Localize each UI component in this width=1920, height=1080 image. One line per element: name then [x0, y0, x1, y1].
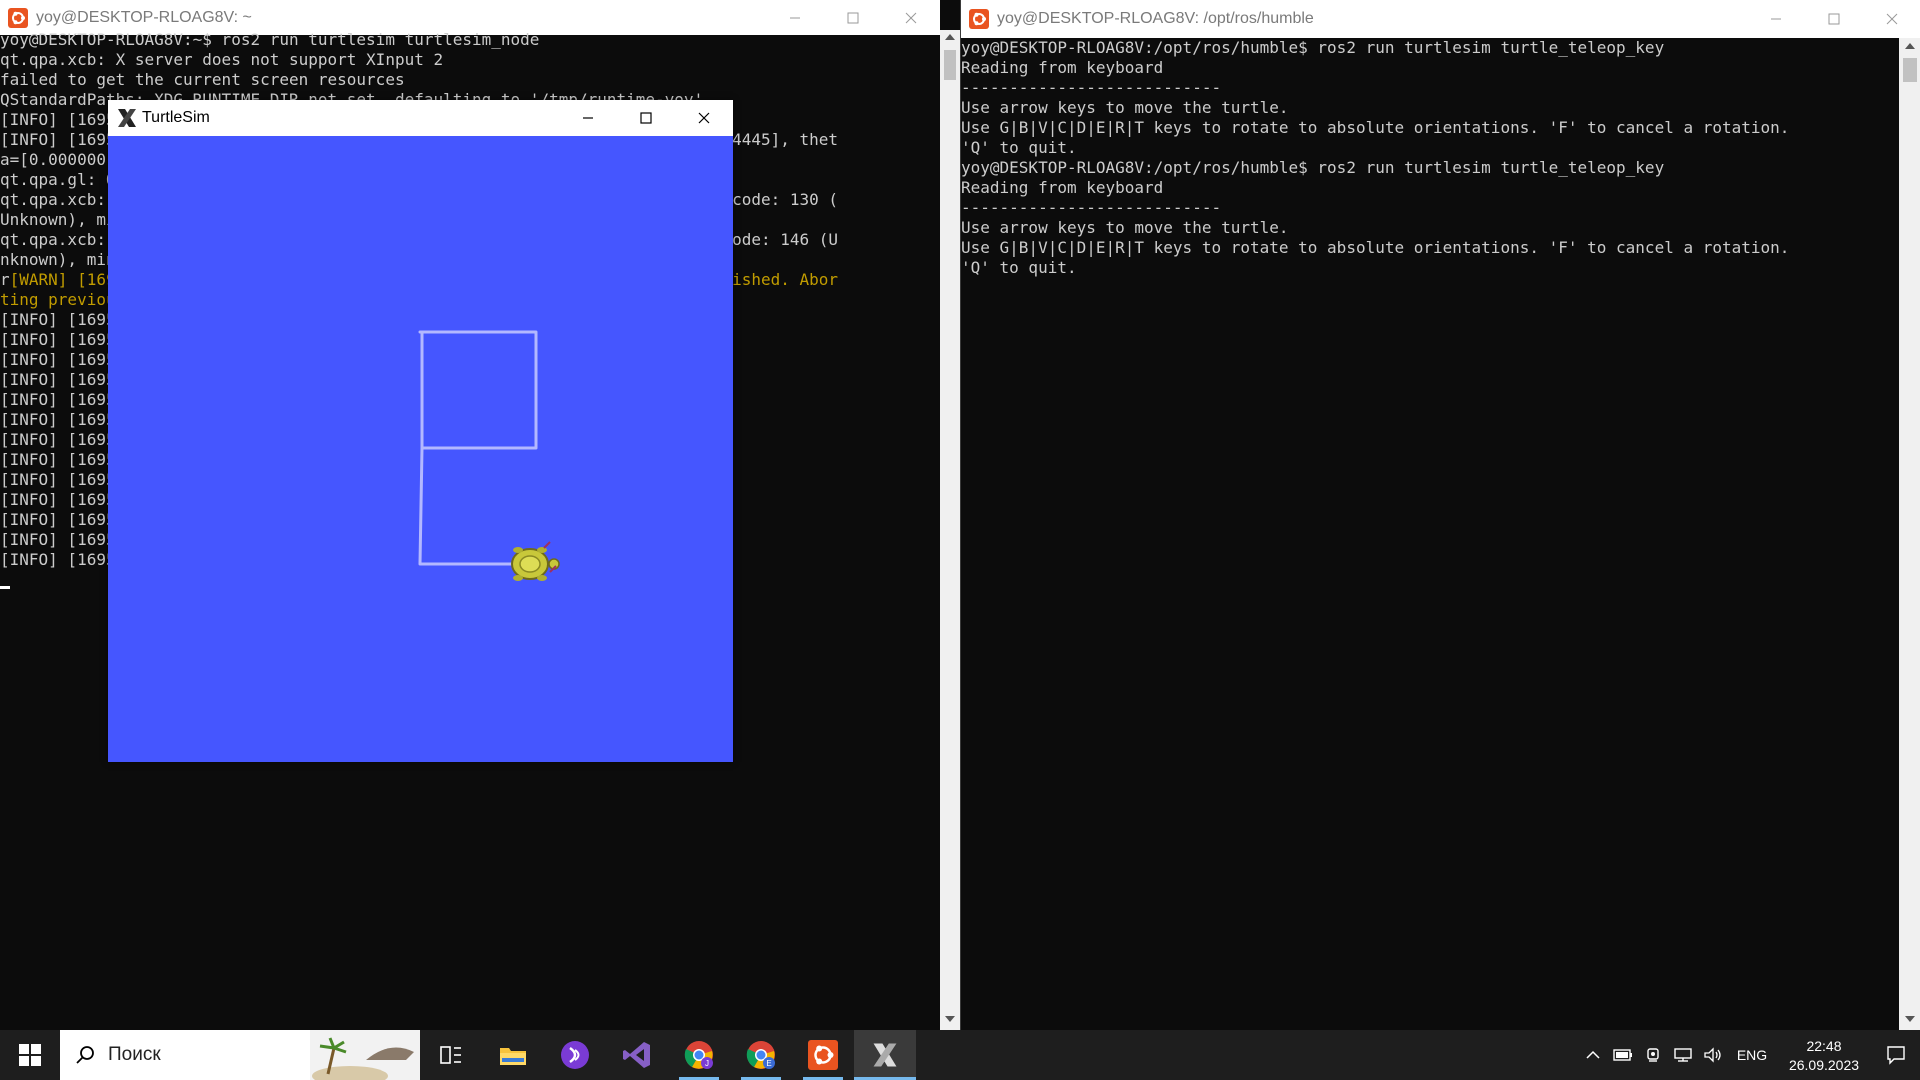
terminal-line: yoy@DESKTOP-RLOAG8V:~$ ros2 run turtlesi… — [0, 30, 540, 49]
minimize-icon — [790, 17, 800, 18]
svg-text:E: E — [766, 1059, 771, 1068]
start-button[interactable] — [0, 1030, 60, 1080]
x-logo-icon — [118, 109, 136, 127]
clock-date: 26.09.2023 — [1788, 1056, 1860, 1073]
terminal-line: failed to get the current screen resourc… — [0, 70, 405, 89]
pen-trail — [418, 446, 528, 566]
battery-button[interactable] — [1608, 1030, 1638, 1080]
minimize-icon — [1771, 18, 1781, 20]
left-terminal-scrollbar-track[interactable] — [940, 30, 960, 1030]
visual-studio-icon — [623, 1042, 650, 1068]
podcast-app-icon — [561, 1041, 589, 1069]
search-highlight-illustration-icon — [310, 1030, 420, 1080]
scroll-down-arrow-icon[interactable] — [945, 1016, 955, 1022]
terminal-line: Use arrow keys to move the turtle. — [961, 98, 1289, 117]
ubuntu-icon — [808, 1040, 838, 1070]
battery-icon — [1613, 1049, 1632, 1061]
network-button[interactable] — [1668, 1030, 1698, 1080]
show-hidden-icons-button[interactable] — [1578, 1030, 1608, 1080]
windows-logo-icon — [19, 1044, 41, 1066]
close-button[interactable] — [675, 101, 733, 136]
task-view-icon — [440, 1046, 461, 1064]
chevron-up-icon — [1586, 1050, 1600, 1059]
terminal-line: 'Q' to quit. — [961, 258, 1077, 277]
close-icon — [1886, 13, 1898, 25]
terminal-line: Use G|B|V|C|D|E|R|T keys to rotate to ab… — [961, 118, 1790, 137]
turtlesim-window[interactable]: TurtleSim — [108, 100, 733, 762]
right-terminal-output[interactable]: yoy@DESKTOP-RLOAG8V:/opt/ros/humble$ ros… — [961, 38, 1789, 278]
pen-trail — [418, 330, 538, 450]
network-icon — [1674, 1048, 1692, 1062]
maximize-button[interactable] — [617, 101, 675, 136]
terminal-line: yoy@DESKTOP-RLOAG8V:/opt/ros/humble$ ros… — [961, 38, 1665, 57]
notifications-button[interactable] — [1872, 1030, 1920, 1080]
volume-button[interactable] — [1698, 1030, 1728, 1080]
left-terminal-title: yoy@DESKTOP-RLOAG8V: ~ — [36, 8, 252, 26]
turtlesim-canvas — [108, 136, 733, 762]
maximize-icon — [640, 112, 652, 124]
terminal-line: Reading from keyboard — [961, 178, 1164, 197]
taskbar-app-podcast[interactable] — [544, 1030, 606, 1080]
svg-text:J: J — [705, 1059, 709, 1068]
terminal-line: Use arrow keys to move the turtle. — [961, 218, 1289, 237]
turtle-path — [418, 330, 560, 581]
taskbar: Поиск J E ENG 22:48 26.09.2023 — [0, 1030, 1920, 1080]
right-terminal-scrollbar-track[interactable] — [1899, 38, 1920, 1030]
turtlesim-titlebar[interactable]: TurtleSim — [108, 100, 733, 136]
taskbar-app-chrome-j[interactable]: J — [668, 1030, 730, 1080]
terminal-line: --------------------------- — [961, 198, 1222, 217]
terminal-line: --------------------------- — [961, 78, 1222, 97]
search-placeholder: Поиск — [108, 1044, 161, 1065]
taskbar-app-visual-studio[interactable] — [606, 1030, 668, 1080]
terminal-line: qt.qpa.xcb: X server does not support XI… — [0, 50, 444, 69]
scroll-thumb[interactable] — [944, 50, 956, 80]
camera-icon — [1647, 1048, 1659, 1062]
close-icon — [905, 12, 917, 23]
minimize-icon — [583, 117, 593, 119]
folder-icon — [500, 1048, 526, 1065]
taskbar-app-task-view[interactable] — [420, 1030, 482, 1080]
language-indicator[interactable]: ENG — [1728, 1030, 1776, 1080]
taskbar-app-ubuntu[interactable] — [792, 1030, 854, 1080]
terminal-line: 'Q' to quit. — [961, 138, 1077, 157]
close-button[interactable] — [882, 0, 940, 35]
right-terminal-title: yoy@DESKTOP-RLOAG8V: /opt/ros/humble — [997, 10, 1314, 27]
ubuntu-icon — [969, 9, 989, 29]
taskbar-app-chrome-e[interactable]: E — [730, 1030, 792, 1080]
terminal-line: Reading from keyboard — [961, 58, 1164, 77]
close-button[interactable] — [1863, 2, 1920, 37]
turtlesim-title: TurtleSim — [142, 109, 210, 126]
notification-icon — [1887, 1046, 1905, 1065]
chrome-icon: J — [684, 1041, 713, 1069]
search-box[interactable]: Поиск — [60, 1030, 420, 1080]
scroll-thumb[interactable] — [1903, 58, 1917, 82]
maximize-icon — [1828, 13, 1840, 25]
terminal-line: yoy@DESKTOP-RLOAG8V:/opt/ros/humble$ ros… — [961, 158, 1665, 177]
chrome-icon: E — [746, 1041, 775, 1069]
terminal-cursor — [0, 586, 10, 589]
clock-time: 22:48 — [1806, 1037, 1842, 1054]
x-logo-icon — [873, 1043, 897, 1067]
language-label: ENG — [1736, 1047, 1768, 1063]
taskbar-app-file-explorer[interactable] — [482, 1030, 544, 1080]
taskbar-app-xlaunch[interactable] — [854, 1030, 916, 1080]
turtle-icon — [511, 541, 560, 581]
close-icon — [698, 112, 710, 124]
clock[interactable]: 22:48 26.09.2023 — [1776, 1030, 1872, 1080]
scroll-up-arrow-icon[interactable] — [945, 34, 955, 40]
scroll-up-arrow-icon[interactable] — [1905, 43, 1915, 49]
minimize-button[interactable] — [1747, 2, 1805, 37]
ubuntu-icon — [8, 7, 28, 28]
right-terminal-window[interactable]: yoy@DESKTOP-RLOAG8V: /opt/ros/humble yoy… — [960, 0, 1920, 1030]
scroll-down-arrow-icon[interactable] — [1905, 1016, 1915, 1022]
terminal-line: Use G|B|V|C|D|E|R|T keys to rotate to ab… — [961, 238, 1790, 257]
camera-button[interactable] — [1638, 1030, 1668, 1080]
minimize-button[interactable] — [559, 101, 617, 136]
maximize-icon — [847, 12, 859, 23]
maximize-button[interactable] — [1805, 2, 1863, 37]
speaker-icon — [1704, 1047, 1721, 1063]
search-icon — [76, 1046, 94, 1064]
system-tray: ENG 22:48 26.09.2023 — [1578, 1030, 1920, 1080]
right-terminal-titlebar[interactable]: yoy@DESKTOP-RLOAG8V: /opt/ros/humble — [961, 0, 1920, 38]
